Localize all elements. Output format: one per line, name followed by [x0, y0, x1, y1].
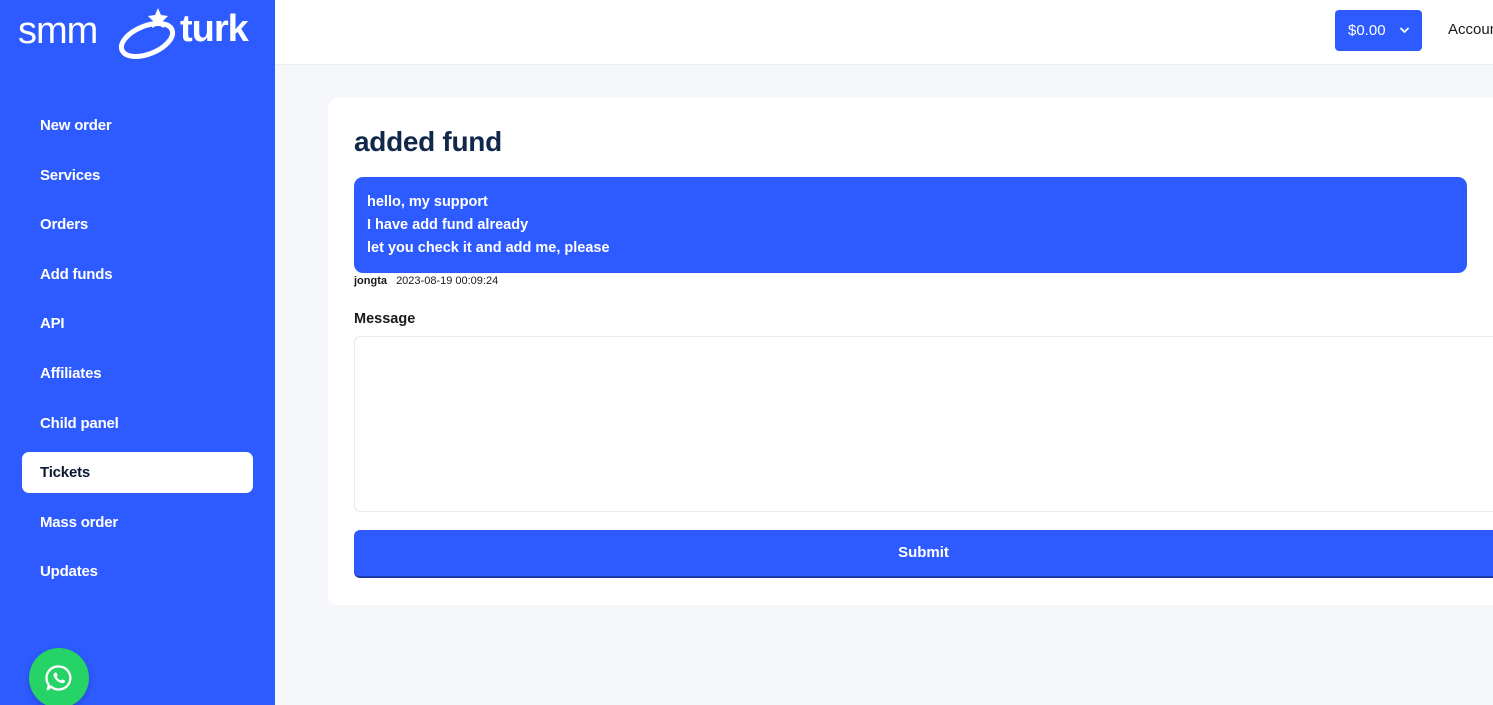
logo[interactable]: smm turk — [18, 6, 258, 59]
top-header: $0.00 Accoun — [275, 0, 1493, 65]
message-timestamp: 2023-08-19 00:09:24 — [396, 275, 499, 287]
sidebar-item-affiliates[interactable]: Affiliates — [22, 353, 253, 394]
logo-mark-icon — [118, 8, 176, 59]
message-meta: jongta 2023-08-19 00:09:24 — [354, 275, 498, 287]
sidebar-item-updates[interactable]: Updates — [22, 551, 253, 592]
ticket-message: hello, my support I have add fund alread… — [354, 177, 1467, 273]
sidebar-item-tickets[interactable]: Tickets — [22, 452, 253, 494]
logo-text-turk: turk — [180, 8, 249, 50]
sidebar-item-orders[interactable]: Orders — [22, 204, 253, 245]
sidebar-item-child-panel[interactable]: Child panel — [22, 403, 253, 444]
balance-value: $0.00 — [1348, 22, 1386, 39]
ticket-title: added fund — [354, 126, 502, 157]
sidebar-item-mass-order[interactable]: Mass order — [22, 502, 253, 543]
account-menu[interactable]: Accoun — [1448, 21, 1493, 38]
sidebar-item-api[interactable]: API — [22, 303, 253, 344]
message-textarea[interactable] — [354, 336, 1493, 512]
message-label: Message — [354, 311, 416, 327]
sidebar-item-services[interactable]: Services — [22, 155, 253, 196]
submit-button[interactable]: Submit — [354, 530, 1493, 578]
message-author: jongta — [354, 275, 387, 287]
message-line: I have add fund already — [367, 217, 529, 233]
whatsapp-icon — [45, 665, 72, 691]
ticket-card: added fund hello, my support I have add … — [328, 98, 1493, 605]
sidebar-item-add-funds[interactable]: Add funds — [22, 254, 253, 295]
message-line: let you check it and add me, please — [367, 240, 610, 256]
sidebar-item-new-order[interactable]: New order — [22, 105, 253, 146]
balance-dropdown[interactable]: $0.00 — [1335, 10, 1422, 51]
sidebar-nav: New order Services Orders Add funds API … — [22, 105, 253, 601]
whatsapp-button[interactable] — [29, 648, 89, 705]
sidebar: smm turk New order Services Orders Add f… — [0, 0, 275, 705]
chevron-down-icon — [1400, 27, 1409, 33]
logo-text-smm: smm — [18, 10, 98, 52]
message-line: hello, my support — [367, 194, 488, 210]
